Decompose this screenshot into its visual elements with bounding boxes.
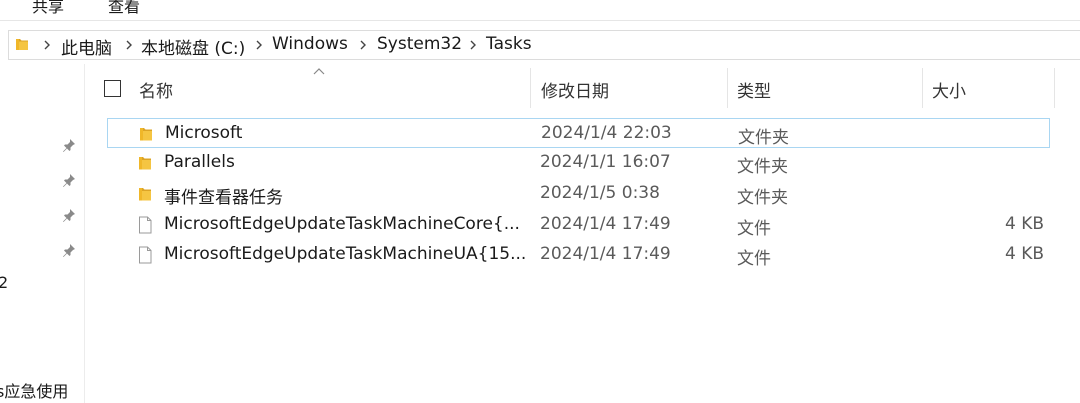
file-modified: 2024/1/4 17:49 <box>540 214 671 234</box>
file-name[interactable]: MicrosoftEdgeUpdateTaskMachineCore{... <box>164 214 520 234</box>
select-all-checkbox[interactable] <box>104 80 121 97</box>
breadcrumb-this-pc[interactable]: 此电脑 <box>61 34 112 59</box>
file-icon <box>139 216 152 234</box>
folder-icon <box>16 39 28 50</box>
file-type: 文件夹 <box>738 128 789 148</box>
navigation-pane[interactable]: 2 s应急使用 <box>0 64 85 403</box>
column-divider[interactable] <box>727 68 728 108</box>
pin-icon[interactable] <box>62 243 76 257</box>
column-divider[interactable] <box>1054 68 1055 108</box>
column-header-row: 名称 修改日期 类型 大小 <box>84 66 1080 110</box>
file-name[interactable]: Parallels <box>164 152 235 172</box>
file-type: 文件 <box>737 249 771 269</box>
file-row[interactable]: 事件查看器任务 2024/1/5 0:38 文件夹 <box>107 179 1050 209</box>
pin-icon[interactable] <box>62 173 76 187</box>
file-modified: 2024/1/5 0:38 <box>540 183 660 203</box>
folder-icon <box>139 188 151 201</box>
column-type[interactable]: 类型 <box>737 77 771 102</box>
chevron-right-icon[interactable] <box>467 39 479 51</box>
breadcrumb-tasks[interactable]: Tasks <box>486 34 532 54</box>
breadcrumb-system32[interactable]: System32 <box>377 34 462 54</box>
file-name[interactable]: Microsoft <box>165 123 242 143</box>
tab-share[interactable]: 共享 <box>32 0 64 17</box>
address-bar[interactable]: 此电脑 本地磁盘 (C:) Windows System32 Tasks <box>8 30 1080 60</box>
file-modified: 2024/1/4 22:03 <box>541 123 672 143</box>
tab-view[interactable]: 查看 <box>108 0 140 17</box>
file-modified: 2024/1/1 16:07 <box>540 152 671 172</box>
folder-icon <box>139 157 151 170</box>
pin-icon[interactable] <box>62 208 76 222</box>
ribbon-tabs: 共享 查看 <box>0 0 1080 21</box>
file-modified: 2024/1/4 17:49 <box>540 244 671 264</box>
breadcrumb-local-disk[interactable]: 本地磁盘 (C:) <box>141 34 245 59</box>
nav-item[interactable]: s应急使用 <box>0 378 68 402</box>
pin-icon[interactable] <box>62 138 76 152</box>
file-size: 4 KB <box>1004 244 1044 264</box>
file-type: 文件夹 <box>737 188 788 208</box>
column-divider[interactable] <box>922 68 923 108</box>
file-size: 4 KB <box>1004 214 1044 234</box>
file-name[interactable]: 事件查看器任务 <box>164 183 283 208</box>
chevron-right-icon[interactable] <box>123 39 135 51</box>
file-row[interactable]: MicrosoftEdgeUpdateTaskMachineUA{15... 2… <box>107 240 1050 270</box>
file-row[interactable]: Parallels 2024/1/1 16:07 文件夹 <box>107 148 1050 178</box>
column-size[interactable]: 大小 <box>932 77 966 102</box>
file-row[interactable]: Microsoft 2024/1/4 22:03 文件夹 <box>107 118 1050 148</box>
column-name[interactable]: 名称 <box>139 77 173 102</box>
file-type: 文件夹 <box>737 157 788 177</box>
nav-item[interactable]: 2 <box>0 273 8 292</box>
file-type: 文件 <box>737 219 771 239</box>
chevron-right-icon[interactable] <box>41 39 53 51</box>
column-modified[interactable]: 修改日期 <box>541 77 609 102</box>
chevron-right-icon[interactable] <box>253 39 265 51</box>
breadcrumb-windows[interactable]: Windows <box>272 34 348 54</box>
file-row[interactable]: MicrosoftEdgeUpdateTaskMachineCore{... 2… <box>107 210 1050 240</box>
folder-icon <box>140 128 152 141</box>
sort-ascending-icon <box>313 68 325 75</box>
chevron-right-icon[interactable] <box>357 39 369 51</box>
file-name[interactable]: MicrosoftEdgeUpdateTaskMachineUA{15... <box>164 244 526 264</box>
file-icon <box>139 246 152 264</box>
column-divider[interactable] <box>530 68 531 108</box>
